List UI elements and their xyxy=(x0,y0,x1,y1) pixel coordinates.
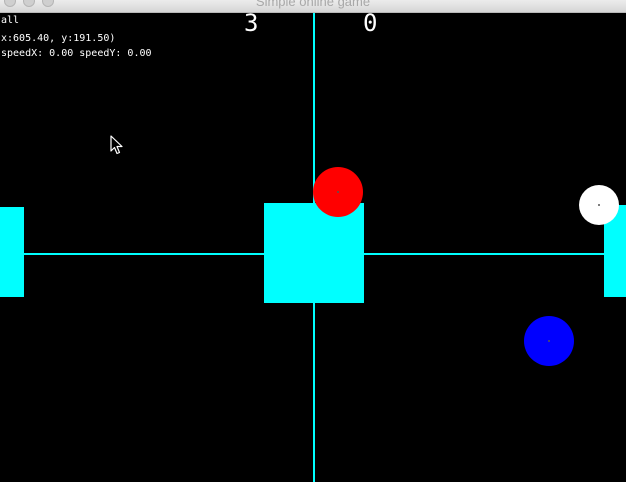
game-canvas[interactable]: 3 0 all x:605.40, y:191.50) speedX: 0.00… xyxy=(0,9,626,482)
blue-ball xyxy=(524,316,574,366)
left-block xyxy=(0,207,24,297)
score-right: 0 xyxy=(363,9,378,37)
score-left: 3 xyxy=(244,9,259,37)
red-ball xyxy=(313,167,363,217)
title-bar: Simple online game xyxy=(0,0,626,13)
hud-position: x:605.40, y:191.50) xyxy=(1,33,116,44)
hud-mode: all xyxy=(1,15,20,26)
window-title: Simple online game xyxy=(255,0,371,9)
white-ball-center xyxy=(598,204,600,206)
red-ball-center xyxy=(337,191,339,193)
hud-speed: speedX: 0.00 speedY: 0.00 xyxy=(1,48,152,59)
arrow-cursor-icon xyxy=(110,135,123,155)
center-block xyxy=(264,203,364,303)
game-window: Simple online game 3 0 all x:605.40, y:1… xyxy=(0,0,626,482)
blue-ball-center xyxy=(548,340,550,342)
white-ball xyxy=(579,185,619,225)
